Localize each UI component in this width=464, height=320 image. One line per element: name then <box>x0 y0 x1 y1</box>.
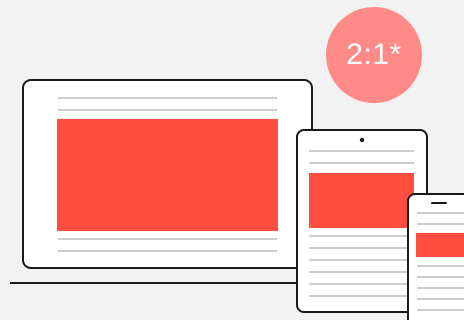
laptop-media-block <box>57 119 278 231</box>
laptop-icon <box>10 79 313 284</box>
tablet-camera-dot <box>359 137 365 143</box>
tablet-media-block <box>309 173 414 228</box>
phone-media-block <box>416 233 464 257</box>
phone-icon <box>407 193 464 320</box>
illustration-stage: 2:1* <box>0 0 464 320</box>
aspect-ratio-badge: 2:1* <box>326 7 422 103</box>
